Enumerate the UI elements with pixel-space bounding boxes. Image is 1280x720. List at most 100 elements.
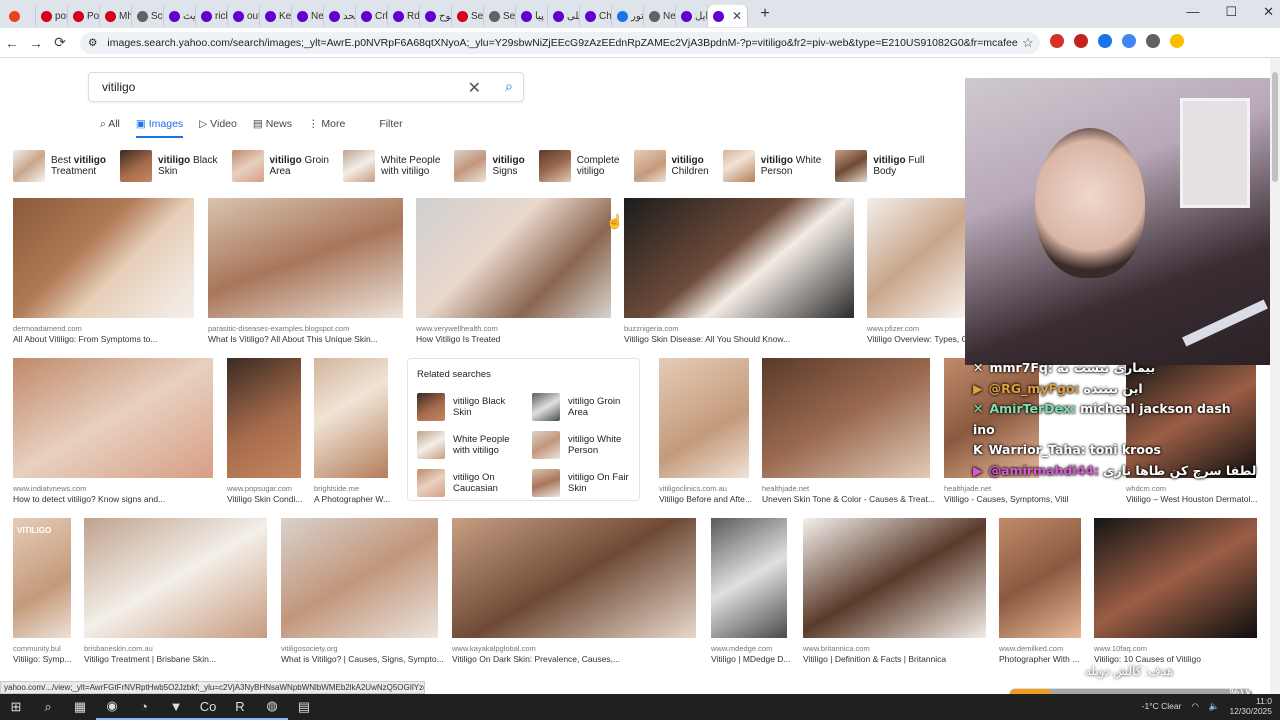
result-image[interactable] xyxy=(624,198,854,318)
search-icon[interactable]: ⌕ xyxy=(505,78,513,95)
volume-icon[interactable]: 🔈 xyxy=(1209,701,1220,712)
result-source[interactable]: parasitic-diseases-examples.blogspot.com xyxy=(208,324,443,333)
result-image[interactable] xyxy=(659,358,749,478)
taskbar-app-icon[interactable]: ⊞ xyxy=(0,694,32,720)
record-ext-icon[interactable] xyxy=(1050,34,1064,48)
browser-tab[interactable]: Ne xyxy=(644,5,676,27)
browser-tab[interactable]: Mh xyxy=(100,5,132,27)
browser-tab[interactable]: پلی xyxy=(548,5,580,27)
browser-tab[interactable]: ایل xyxy=(676,5,708,27)
browser-tab[interactable]: Sel xyxy=(452,5,484,27)
result-caption[interactable]: Vitiligo On Dark Skin: Prevalence, Cause… xyxy=(452,654,726,664)
browser-tab[interactable]: ✕ xyxy=(708,5,748,27)
result-caption[interactable]: Vitiligo Treatment | Brisbane Skin... xyxy=(84,654,297,664)
browser-tab[interactable]: پیا xyxy=(516,5,548,27)
result-caption[interactable]: What Is Vitiligo? All About This Unique … xyxy=(208,334,433,344)
taskbar-app-icon[interactable]: ◔ xyxy=(128,694,160,720)
result-source[interactable]: dermoadamend.com xyxy=(13,324,234,333)
wifi-icon[interactable]: ◠ xyxy=(1191,701,1198,712)
forward-button[interactable]: → xyxy=(24,35,48,51)
browser-tab[interactable]: لحد xyxy=(324,5,356,27)
result-caption[interactable]: Vitiligo – West Houston Dermatol... xyxy=(1126,494,1280,504)
browser-tab[interactable]: Sch xyxy=(132,5,164,27)
result-caption[interactable]: All About Vitiligo: From Symptoms to... xyxy=(13,334,224,344)
tab-video[interactable]: ▷ Video xyxy=(199,118,237,138)
related-search-item[interactable]: vitiligo On Caucasian xyxy=(417,469,527,497)
browser-tab[interactable]: rich xyxy=(196,5,228,27)
browser-tab[interactable]: Crl xyxy=(356,5,388,27)
taskbar-app-icon[interactable]: ▼ xyxy=(160,694,192,720)
result-source[interactable]: vitiligosociety.org xyxy=(281,644,478,653)
result-source[interactable]: www.kayakalpglobal.com xyxy=(452,644,736,653)
tab-more[interactable]: ⋮ More xyxy=(308,118,345,138)
clock[interactable]: 11:0 12/30/2025 xyxy=(1229,696,1272,716)
result-caption[interactable]: How to detect vitiligo? Know signs and..… xyxy=(13,494,243,504)
result-source[interactable]: whdcm.com xyxy=(1126,484,1280,493)
extensions-icon[interactable] xyxy=(1146,34,1160,48)
shield-ext-icon[interactable] xyxy=(1074,34,1088,48)
taskbar-app-icon[interactable]: ▤ xyxy=(288,694,320,720)
related-search-item[interactable]: vitiligo Groin Area xyxy=(532,393,642,421)
result-image[interactable] xyxy=(867,198,965,318)
browser-tab[interactable]: تور xyxy=(612,5,644,27)
scrollbar-thumb[interactable] xyxy=(1272,72,1278,182)
result-source[interactable]: brisbaneskin.com.au xyxy=(84,644,307,653)
result-source[interactable]: healthjade.net xyxy=(944,484,1079,493)
result-source[interactable]: www.indiatvnews.com xyxy=(13,484,253,493)
browser-tab[interactable]: Por xyxy=(68,5,100,27)
browser-tab[interactable]: Ne xyxy=(292,5,324,27)
result-image[interactable] xyxy=(711,518,787,638)
browser-tab[interactable]: Ch xyxy=(580,5,612,27)
result-caption[interactable]: Vitiligo Before and Afte... xyxy=(659,494,779,504)
minimize-button[interactable]: — xyxy=(1186,4,1199,20)
bookmark-star-icon[interactable]: ☆ xyxy=(1022,35,1034,51)
profile-icon[interactable] xyxy=(1170,34,1184,48)
result-image[interactable]: VITILIGO xyxy=(13,518,71,638)
browser-tab[interactable]: out xyxy=(228,5,260,27)
browser-tab[interactable] xyxy=(4,5,36,27)
result-caption[interactable]: Vitiligo - Causes, Symptoms, Vitiligo Sk… xyxy=(944,494,1069,504)
result-image[interactable] xyxy=(452,518,696,638)
result-caption[interactable]: How Vitiligo Is Treated xyxy=(416,334,641,344)
close-window-button[interactable]: ✕ xyxy=(1263,4,1274,20)
related-pill[interactable]: vitiligo Full Body xyxy=(835,150,930,182)
result-caption[interactable]: A Photographer W... xyxy=(314,494,418,504)
address-bar[interactable]: ⚙ images.search.yahoo.com/search/images;… xyxy=(80,32,1040,54)
tab-images[interactable]: ▣ Images xyxy=(135,118,184,138)
result-image[interactable] xyxy=(762,358,930,478)
result-source[interactable]: www.10faq.com xyxy=(1094,644,1280,653)
related-pill[interactable]: vitiligo Groin Area xyxy=(231,150,335,182)
puzzle-ext-icon[interactable] xyxy=(1098,34,1112,48)
result-image[interactable] xyxy=(227,358,301,478)
result-caption[interactable]: Vitiligo Skin Disease: All You Should Kn… xyxy=(624,334,884,344)
related-search-item[interactable]: White People with vitiligo xyxy=(417,431,527,459)
taskbar-app-icon[interactable]: Co xyxy=(192,694,224,720)
result-caption[interactable]: Vitiligo | Definition & Facts | Britanni… xyxy=(803,654,1016,664)
result-caption[interactable]: What is Vitiligo? | Causes, Signs, Sympt… xyxy=(281,654,468,664)
related-search-item[interactable]: vitiligo White Person xyxy=(532,431,642,459)
related-pill[interactable]: vitiligo White Person xyxy=(722,150,828,182)
tab-filter[interactable]: Filter xyxy=(379,118,402,138)
result-image[interactable] xyxy=(314,358,388,478)
result-caption[interactable]: Vitiligo | MDedge D... xyxy=(711,654,817,664)
related-pill[interactable]: vitiligo Children xyxy=(633,150,715,182)
taskbar-app-icon[interactable]: ⌕ xyxy=(32,694,64,720)
result-image[interactable] xyxy=(84,518,267,638)
browser-tab[interactable]: Kev xyxy=(260,5,292,27)
browser-tab[interactable]: Sel xyxy=(484,5,516,27)
related-pill[interactable]: vitiligo Black Skin xyxy=(120,150,223,182)
browser-tab[interactable]: ریث xyxy=(164,5,196,27)
related-search-item[interactable]: vitiligo Black Skin xyxy=(417,393,527,421)
browser-tab[interactable]: Rd xyxy=(388,5,420,27)
result-image[interactable] xyxy=(1094,518,1257,638)
weather[interactable]: -1°C Clear xyxy=(1142,701,1182,711)
tab-news[interactable]: ▤ News xyxy=(253,118,292,138)
back-button[interactable]: ← xyxy=(0,35,24,51)
clear-search-icon[interactable]: ✕ xyxy=(468,78,481,98)
result-image[interactable] xyxy=(208,198,403,318)
tab-close-icon[interactable]: ✕ xyxy=(732,9,742,23)
result-source[interactable]: healthjade.net xyxy=(762,484,970,493)
related-pill[interactable]: vitiligo Signs xyxy=(454,150,530,182)
result-image[interactable] xyxy=(281,518,438,638)
result-image[interactable] xyxy=(803,518,986,638)
